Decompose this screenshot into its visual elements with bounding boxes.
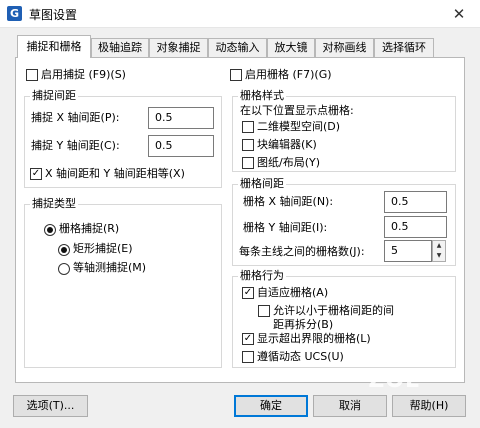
help-button[interactable]: 帮助(H): [392, 395, 466, 417]
app-logo-icon: G: [7, 6, 22, 21]
follow-ucs-checkbox[interactable]: [242, 351, 254, 363]
grid-y-label: 栅格 Y 轴间距(I):: [243, 221, 328, 234]
subdivide-label-line1: 允许以小于栅格间距的间: [273, 304, 394, 317]
adaptive-grid-checkbox[interactable]: ✓: [242, 287, 254, 299]
grid-style-description: 在以下位置显示点栅格:: [240, 104, 354, 117]
watermark: ZOL: [368, 368, 420, 393]
grid-behavior-title: 栅格行为: [238, 269, 286, 283]
follow-ucs-label: 遵循动态 UCS(U): [257, 350, 344, 363]
grid-block-editor-checkbox[interactable]: [242, 139, 254, 151]
ok-button[interactable]: 确定: [234, 395, 308, 417]
grid-style-title: 栅格样式: [238, 89, 286, 103]
major-line-input[interactable]: 5: [384, 240, 432, 262]
tab-symmetric-line[interactable]: 对称画线: [315, 38, 374, 57]
snap-x-input[interactable]: 0.5: [148, 107, 214, 129]
snap-spacing-title: 捕捉间距: [30, 89, 78, 103]
major-line-label: 每条主线之间的栅格数(J):: [239, 245, 365, 258]
equal-spacing-checkbox[interactable]: ✓: [30, 168, 42, 180]
snap-x-label: 捕捉 X 轴间距(P):: [31, 111, 120, 124]
snap-y-label: 捕捉 Y 轴间距(C):: [31, 139, 120, 152]
adaptive-grid-label: 自适应栅格(A): [257, 286, 329, 299]
grid-sheet-layout-label: 图纸/布局(Y): [257, 156, 321, 169]
tab-polar-tracking[interactable]: 极轴追踪: [91, 38, 149, 57]
tab-magnifier[interactable]: 放大镜: [267, 38, 315, 57]
tab-object-snap[interactable]: 对象捕捉: [149, 38, 208, 57]
spin-down-icon[interactable]: ▼: [433, 251, 445, 261]
equal-spacing-label: X 轴间距和 Y 轴间距相等(X): [45, 167, 185, 180]
grid-sheet-layout-checkbox[interactable]: [242, 157, 254, 169]
beyond-limits-checkbox[interactable]: ✓: [242, 333, 254, 345]
enable-snap-label: 启用捕捉 (F9)(S): [41, 68, 126, 81]
grid-x-label: 栅格 X 轴间距(N):: [243, 195, 334, 208]
iso-snap-radio[interactable]: [58, 263, 70, 275]
tab-selection-cycling[interactable]: 选择循环: [374, 38, 434, 57]
close-icon[interactable]: ✕: [448, 3, 470, 25]
iso-snap-label: 等轴测捕捉(M): [73, 261, 147, 274]
tab-snap-grid[interactable]: 捕捉和栅格: [17, 35, 91, 58]
cancel-button[interactable]: 取消: [313, 395, 387, 417]
rect-snap-radio[interactable]: [58, 244, 70, 256]
enable-grid-checkbox[interactable]: [230, 69, 242, 81]
grid-y-input[interactable]: 0.5: [384, 216, 447, 238]
enable-grid-label: 启用栅格 (F7)(G): [245, 68, 332, 81]
grid-block-editor-label: 块编辑器(K): [257, 138, 317, 151]
options-button[interactable]: 选项(T)...: [13, 395, 88, 417]
spin-up-icon[interactable]: ▲: [433, 241, 445, 251]
beyond-limits-label: 显示超出界限的栅格(L): [257, 332, 371, 345]
window-title: 草图设置: [29, 8, 78, 22]
tab-dynamic-input[interactable]: 动态输入: [208, 38, 267, 57]
snap-y-input[interactable]: 0.5: [148, 135, 214, 157]
snap-type-title: 捕捉类型: [30, 197, 78, 211]
grid-snap-label: 栅格捕捉(R): [59, 222, 120, 235]
subdivide-label-line2: 距再拆分(B): [273, 318, 334, 331]
grid-snap-radio[interactable]: [44, 224, 56, 236]
enable-snap-checkbox[interactable]: [26, 69, 38, 81]
grid-2d-model-label: 二维模型空间(D): [257, 120, 341, 133]
grid-x-input[interactable]: 0.5: [384, 191, 447, 213]
grid-2d-model-checkbox[interactable]: [242, 121, 254, 133]
subdivide-checkbox[interactable]: [258, 305, 270, 317]
grid-spacing-title: 栅格间距: [238, 177, 286, 191]
title-bar: G 草图设置 ✕: [0, 0, 480, 28]
rect-snap-label: 矩形捕捉(E): [73, 242, 133, 255]
major-line-spinner[interactable]: ▲ ▼: [432, 240, 446, 262]
